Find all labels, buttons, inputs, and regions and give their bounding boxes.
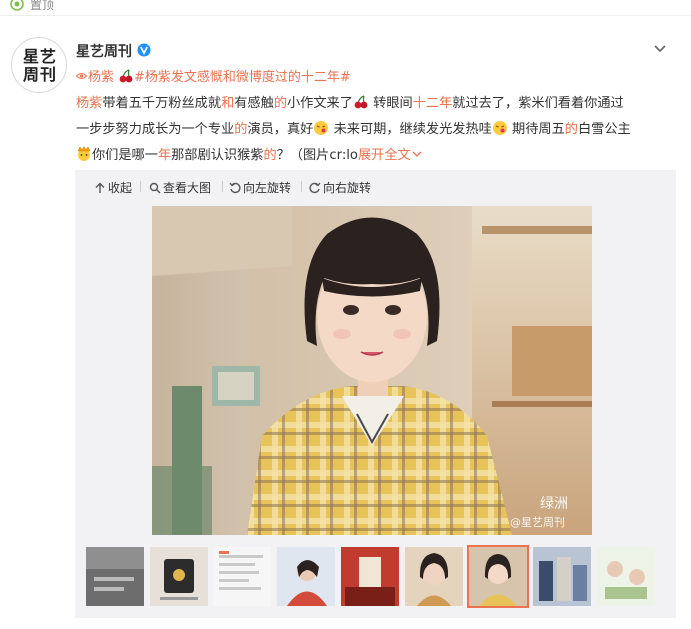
collapse-button[interactable]: 收起 bbox=[94, 179, 132, 196]
rotate-left-button[interactable]: 向左旋转 bbox=[229, 179, 291, 196]
thumbnail-2[interactable] bbox=[150, 547, 208, 606]
mention-yangzi[interactable]: 杨紫 bbox=[76, 96, 102, 111]
artist-watermark: 绿洲 bbox=[540, 496, 568, 512]
pinned-bar: 置顶 bbox=[0, 0, 691, 16]
media-panel: 收起 查看大图 向左旋转 向右旋转 绿洲 @星艺周刊 bbox=[75, 170, 676, 618]
portrait-image bbox=[152, 206, 592, 535]
super-topic-icon bbox=[76, 73, 87, 79]
avatar-text-bottom: 周刊 bbox=[22, 65, 57, 84]
cherry-emoji-icon bbox=[354, 95, 368, 109]
crown-emoji-icon bbox=[77, 146, 91, 161]
weibo-watermark: @星艺周刊 bbox=[510, 516, 565, 529]
post-text: 杨紫带着五千万粉丝成就和有感触的小作文来了 转眼间十二年就过去了，紫米们看着你通… bbox=[76, 95, 631, 163]
author-name[interactable]: 星艺周刊 bbox=[76, 41, 132, 61]
avatar[interactable]: 星艺 周刊 bbox=[11, 37, 67, 93]
kiss-emoji-icon bbox=[492, 121, 507, 135]
cherry-icon bbox=[119, 69, 133, 83]
rotate-left-icon bbox=[229, 182, 241, 194]
thumbnail-4[interactable] bbox=[277, 547, 335, 606]
search-icon bbox=[149, 182, 161, 194]
thumbnail-6[interactable] bbox=[405, 547, 463, 606]
rotate-right-icon bbox=[309, 182, 321, 194]
pinned-label: 置顶 bbox=[30, 0, 55, 12]
weibo-post-page: 置顶 星艺 周刊 星艺周刊 杨紫 #杨紫发文感慨和微博度过的十二年# 杨紫带着五… bbox=[0, 0, 691, 629]
media-toolbar: 收起 查看大图 向左旋转 向右旋转 bbox=[75, 170, 676, 202]
verified-icon bbox=[137, 43, 151, 57]
kiss-emoji-icon bbox=[314, 121, 329, 135]
main-photo[interactable]: 绿洲 @星艺周刊 bbox=[152, 206, 592, 535]
chevron-down-icon[interactable] bbox=[653, 44, 667, 54]
view-large-button[interactable]: 查看大图 bbox=[149, 179, 211, 196]
thumbnail-7-selected[interactable] bbox=[467, 545, 529, 608]
topic-line: 杨紫 #杨紫发文感慨和微博度过的十二年# bbox=[76, 66, 351, 85]
expand-full-text-link[interactable]: 展开全文 bbox=[358, 148, 422, 163]
topic-link-yangzi[interactable]: 杨紫 bbox=[88, 70, 114, 85]
thumbnail-strip bbox=[86, 545, 668, 608]
thumbnail-1[interactable] bbox=[86, 547, 144, 606]
thumbnail-5[interactable] bbox=[341, 547, 399, 606]
arrow-up-icon bbox=[95, 182, 105, 193]
pin-icon bbox=[10, 0, 24, 11]
thumbnail-3[interactable] bbox=[213, 547, 271, 606]
chevron-down-icon bbox=[412, 151, 422, 157]
avatar-text-top: 星艺 bbox=[22, 47, 57, 66]
topic-link-hashtag[interactable]: #杨紫发文感慨和微博度过的十二年# bbox=[134, 70, 351, 85]
rotate-right-button[interactable]: 向右旋转 bbox=[309, 179, 371, 196]
thumbnail-8[interactable] bbox=[533, 547, 591, 606]
thumbnail-9[interactable] bbox=[597, 547, 655, 606]
